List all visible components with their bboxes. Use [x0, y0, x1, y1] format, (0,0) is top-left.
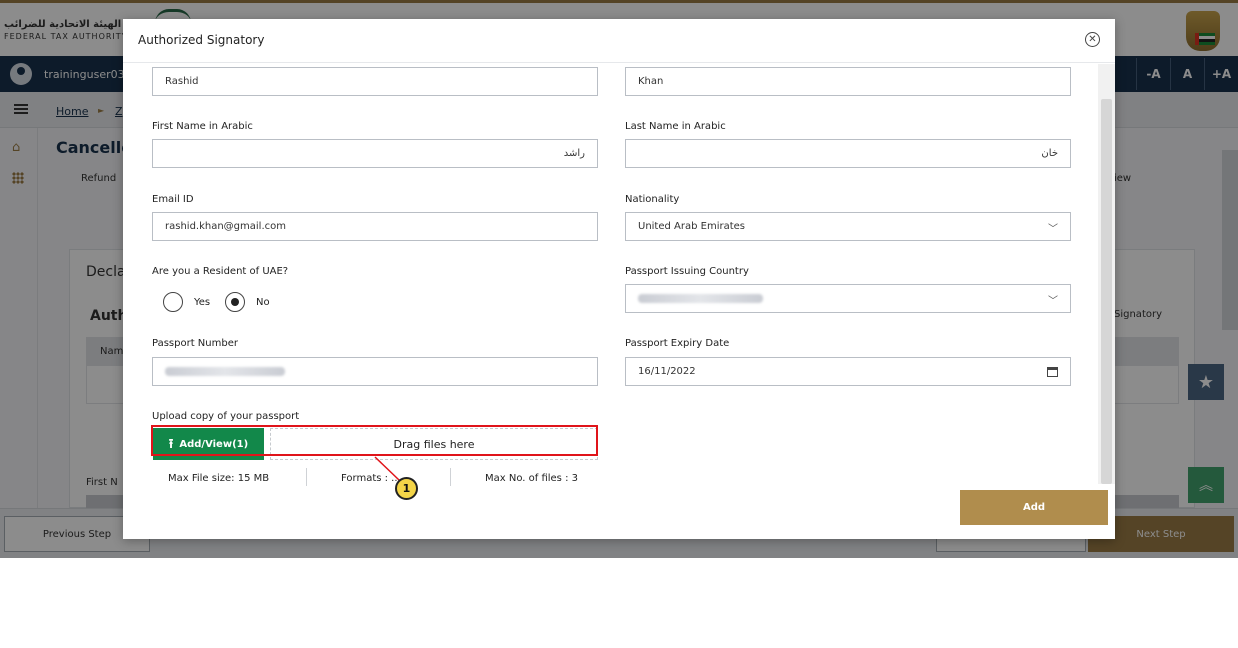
add-button[interactable]: Add [960, 490, 1108, 525]
annotation-callout-badge: 1 [395, 477, 418, 500]
annotation-leader-line [374, 456, 400, 481]
app-window: الهيئة الاتحادية للضرائب FEDERAL TAX AUT… [0, 0, 1238, 558]
